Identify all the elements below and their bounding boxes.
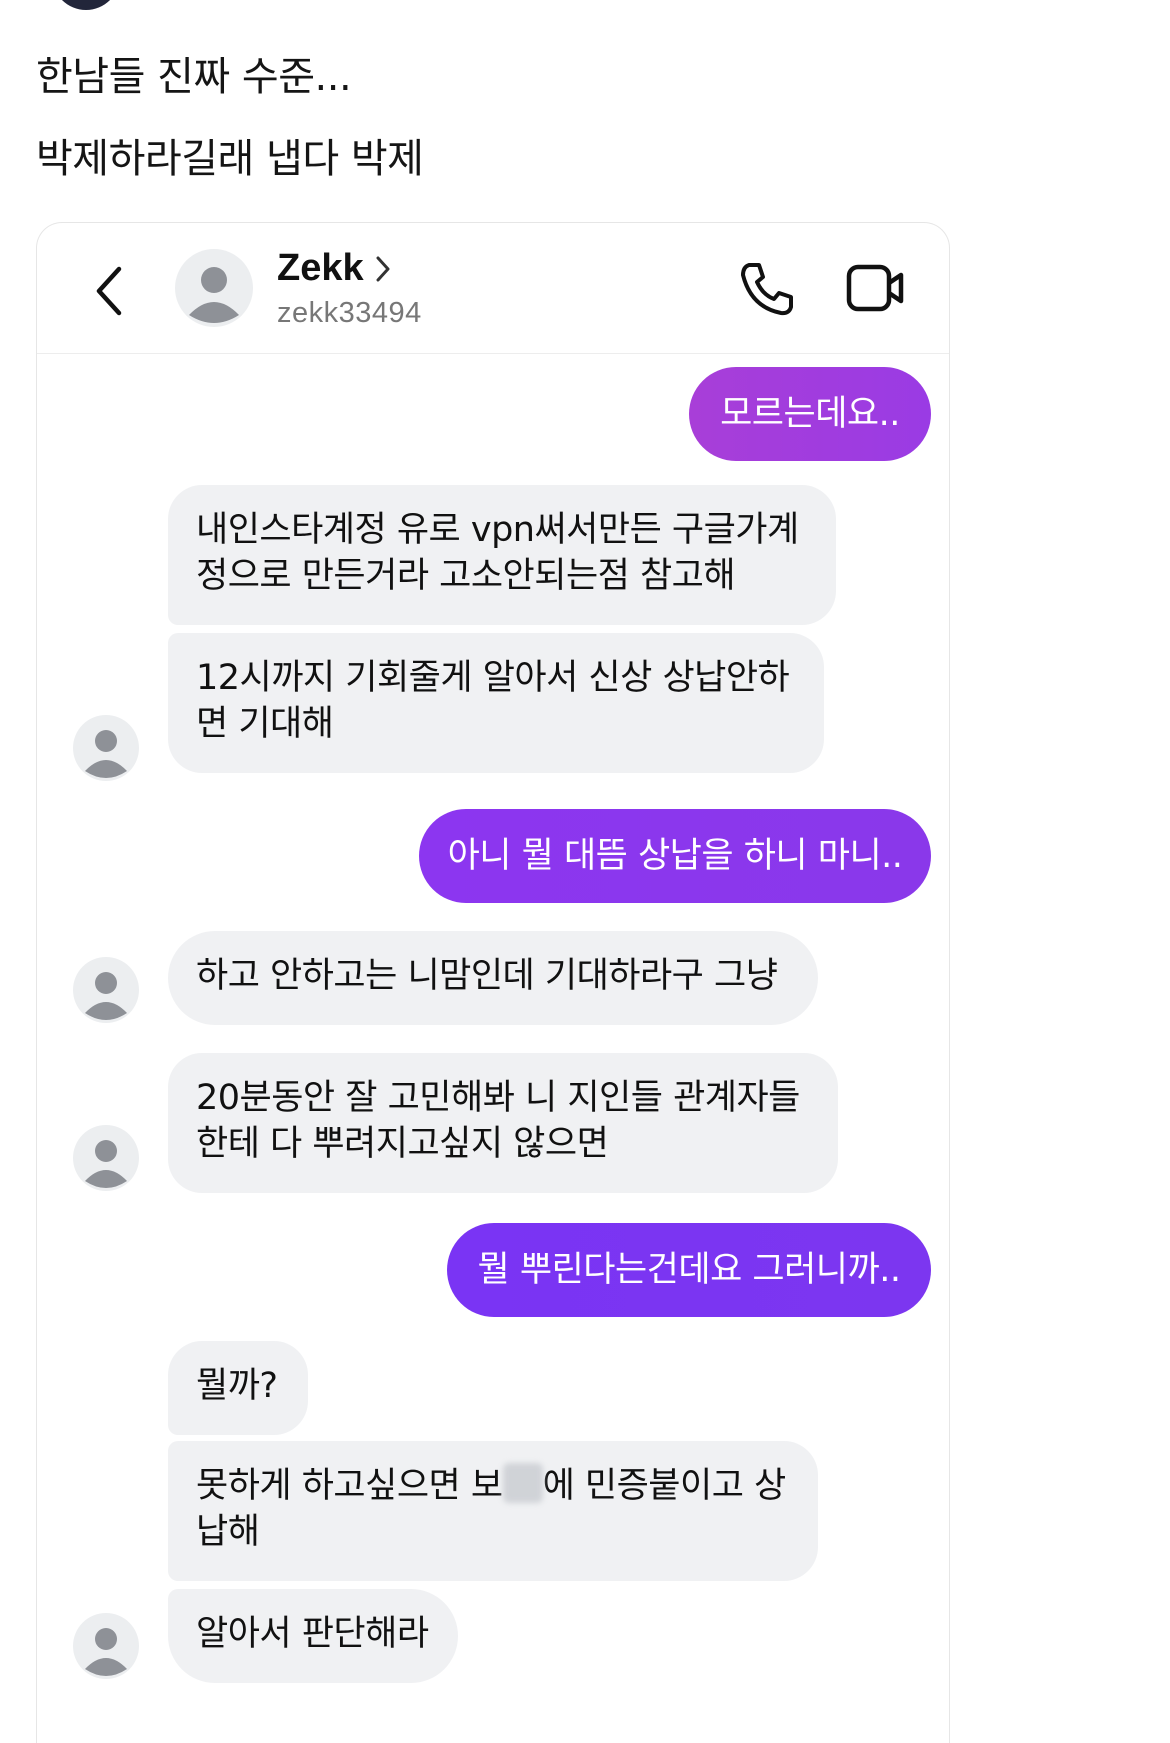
message-sent[interactable]: 아니 뭘 대뜸 상납을 하니 마니.. — [419, 809, 931, 903]
contact-avatar[interactable] — [175, 249, 253, 327]
poster-avatar[interactable] — [52, 0, 120, 10]
message-text: 면 기대해 — [196, 704, 334, 744]
phone-call-icon[interactable] — [737, 259, 797, 319]
message-received[interactable]: 내인스타계정 유로 vpn써서만든 구글가계 정으로 만든거라 고소안되는점 참… — [168, 485, 836, 625]
message-text: 납해 — [196, 1512, 260, 1552]
message-text: 내인스타계정 유로 vpn써서만든 구글가계 — [196, 510, 799, 550]
post-text-line-1: 한남들 진짜 수준... — [36, 54, 352, 100]
sender-avatar[interactable] — [73, 1125, 139, 1191]
message-received[interactable]: 12시까지 기회줄게 알아서 신상 상납안하 면 기대해 — [168, 633, 824, 773]
video-call-icon[interactable] — [845, 261, 907, 317]
sender-avatar[interactable] — [73, 1613, 139, 1679]
message-text: 에 민증붙이고 상 — [542, 1466, 787, 1506]
message-text: 한테 다 뿌려지고싶지 않으면 — [196, 1124, 609, 1164]
message-text: 뭘 뿌린다는건데요 그러니까.. — [477, 1250, 901, 1290]
message-text: 하고 안하고는 니맘인데 기대하라구 그냥 — [196, 956, 778, 996]
message-text: 알아서 판단해라 — [196, 1614, 429, 1654]
message-received[interactable]: 알아서 판단해라 — [168, 1589, 458, 1683]
message-received[interactable]: 20분동안 잘 고민해봐 니 지인들 관계자들 한테 다 뿌려지고싶지 않으면 — [168, 1053, 838, 1193]
sender-avatar[interactable] — [73, 715, 139, 781]
post-text-line-2: 박제하라길래 냅다 박제 — [36, 136, 424, 182]
message-text: 20분동안 잘 고민해봐 니 지인들 관계자들 — [196, 1078, 800, 1118]
message-text: 정으로 만든거라 고소안되는점 참고해 — [196, 556, 736, 596]
chevron-right-icon[interactable] — [373, 253, 393, 285]
dm-screenshot: Zekk zekk33494 모르는데요.. 내인스타계정 유로 vpn써서만든… — [36, 222, 950, 1743]
message-received[interactable]: 뭘까? — [168, 1341, 308, 1435]
message-sent[interactable]: 뭘 뿌린다는건데요 그러니까.. — [447, 1223, 931, 1317]
message-text: 12시까지 기회줄게 알아서 신상 상납안하 — [196, 658, 790, 698]
message-received[interactable]: 못하게 하고싶으면 보 에 민증붙이고 상 납해 — [168, 1441, 818, 1581]
contact-name[interactable]: Zekk — [277, 247, 364, 290]
message-text: 뭘까? — [196, 1366, 278, 1406]
back-arrow-icon[interactable] — [91, 263, 127, 319]
message-text: 아니 뭘 대뜸 상납을 하니 마니.. — [447, 836, 903, 876]
chat-header: Zekk zekk33494 — [37, 223, 949, 354]
message-sent[interactable]: 모르는데요.. — [689, 367, 931, 461]
sender-avatar[interactable] — [73, 957, 139, 1023]
message-text: 모르는데요.. — [720, 394, 900, 434]
message-received[interactable]: 하고 안하고는 니맘인데 기대하라구 그냥 — [168, 931, 818, 1025]
message-text: 못하게 하고싶으면 보 — [196, 1466, 503, 1506]
blurred-redaction — [502, 1463, 543, 1503]
contact-handle: zekk33494 — [277, 297, 422, 329]
